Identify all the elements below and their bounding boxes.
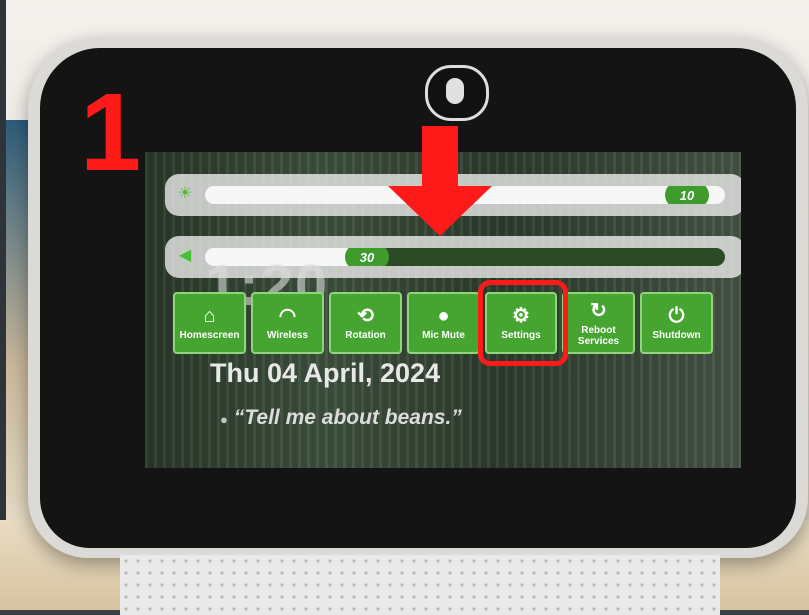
power-icon: ⏻	[668, 305, 685, 327]
microphone-icon: ●	[437, 305, 450, 327]
wifi-icon: ◠	[278, 305, 297, 327]
step-number-annotation: 1	[80, 71, 142, 194]
rotate-icon: ⟲	[357, 305, 374, 327]
home-icon: ⌂	[203, 305, 216, 327]
voice-prompt: ● “Tell me about beans.”	[220, 406, 462, 429]
down-arrow-annotation	[388, 126, 492, 236]
quick-settings-row: ⌂ Homescreen ◠ Wireless ⟲ Rotation ● Mic…	[173, 292, 713, 356]
date-text: Thu 04 April, 2024	[210, 358, 441, 388]
rotation-button[interactable]: ⟲ Rotation	[329, 292, 402, 354]
wireless-button[interactable]: ◠ Wireless	[251, 292, 324, 354]
speaker-icon: ◀	[178, 247, 192, 264]
reboot-services-button[interactable]: ↻ Reboot Services	[562, 292, 635, 354]
homescreen-button[interactable]: ⌂ Homescreen	[173, 292, 246, 354]
speaker-grille	[120, 555, 720, 615]
mic-small-icon: ●	[220, 412, 228, 427]
volume-remaining	[373, 248, 725, 266]
settings-highlight-box	[478, 280, 568, 366]
brightness-knob[interactable]: 10	[665, 186, 709, 204]
mic-mute-button[interactable]: ● Mic Mute	[407, 292, 480, 354]
camera-icon	[425, 65, 489, 121]
refresh-icon: ↻	[590, 299, 607, 322]
shutdown-button[interactable]: ⏻ Shutdown	[640, 292, 713, 354]
volume-knob[interactable]: 30	[345, 248, 389, 266]
sun-icon: ☀	[177, 185, 193, 202]
